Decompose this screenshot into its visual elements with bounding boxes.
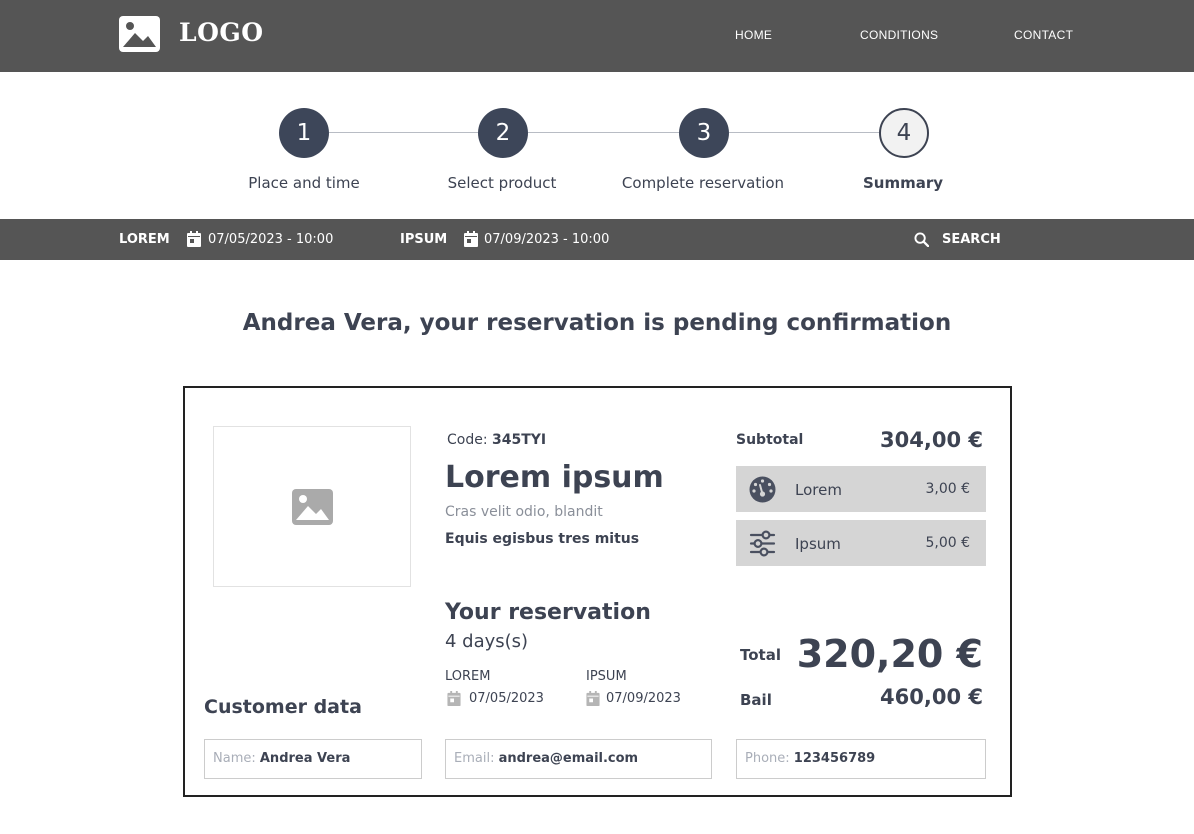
product-name: Lorem ipsum (445, 460, 664, 495)
phone-field-placeholder: Phone: (745, 751, 790, 766)
extra-price: 3,00 € (925, 481, 970, 497)
step-connector (729, 132, 879, 133)
subtotal-label: Subtotal (736, 432, 804, 448)
name-field[interactable]: Name: Andrea Vera (204, 739, 422, 779)
step-1-label: Place and time (248, 174, 360, 192)
search-button-label: SEARCH (942, 232, 1001, 247)
subtotal-value: 304,00 € (880, 428, 983, 452)
step-1-circle[interactable]: 1 (279, 108, 329, 158)
product-code: Code: 345TYI (447, 432, 546, 448)
return-date[interactable]: 07/09/2023 - 10:00 (484, 232, 609, 247)
reservation-title: Your reservation (445, 600, 651, 625)
bail-value: 460,00 € (880, 685, 983, 709)
step-2-circle[interactable]: 2 (478, 108, 528, 158)
nav-home[interactable]: HOME (735, 28, 772, 42)
phone-field[interactable]: Phone: 123456789 (736, 739, 986, 779)
customer-data-title: Customer data (204, 696, 362, 718)
email-field-value: andrea@email.com (498, 751, 639, 766)
product-description: Equis egisbus tres mitus (445, 531, 640, 547)
phone-field-value: 123456789 (793, 751, 876, 766)
calendar-icon[interactable] (187, 231, 201, 247)
page-title: Andrea Vera, your reservation is pending… (242, 310, 952, 336)
product-image-placeholder (213, 426, 411, 587)
reservation-summary-card: Code: 345TYI Lorem ipsum Cras velit odio… (183, 386, 1012, 797)
search-icon (914, 232, 929, 247)
product-code-label: Code: (447, 432, 488, 448)
extra-item-lorem: Lorem 3,00 € (736, 466, 986, 512)
search-bar: LOREM 07/05/2023 - 10:00 IPSUM 07/09/202… (0, 219, 1194, 260)
name-field-placeholder: Name: (213, 751, 256, 766)
calendar-icon[interactable] (464, 231, 478, 247)
bail-label: Bail (740, 691, 772, 709)
sliders-icon (749, 530, 776, 557)
step-connector (329, 132, 478, 133)
step-connector (528, 132, 679, 133)
pickup-label: LOREM (119, 232, 170, 247)
step-4-circle[interactable]: 4 (879, 108, 929, 158)
calendar-icon (586, 691, 600, 706)
top-header: LOGO HOME CONDITIONS CONTACT (0, 0, 1194, 72)
extra-price: 5,00 € (925, 535, 970, 551)
product-code-value: 345TYI (492, 432, 547, 448)
pickup-date[interactable]: 07/05/2023 - 10:00 (208, 232, 333, 247)
total-label: Total (740, 646, 781, 664)
total-value: 320,20 € (796, 632, 983, 676)
extra-label: Lorem (795, 481, 842, 499)
extra-label: Ipsum (795, 535, 841, 553)
name-field-value: Andrea Vera (259, 751, 351, 766)
reservation-end-date: 07/09/2023 (606, 691, 681, 706)
email-field-placeholder: Email: (454, 751, 495, 766)
extra-item-ipsum: Ipsum 5,00 € (736, 520, 986, 566)
reservation-duration: 4 days(s) (445, 631, 529, 652)
step-3-circle[interactable]: 3 (679, 108, 729, 158)
return-label: IPSUM (400, 232, 448, 247)
calendar-icon (447, 691, 461, 706)
reservation-start-label: LOREM (445, 669, 491, 684)
reservation-end-label: IPSUM (586, 669, 627, 684)
product-subtitle: Cras velit odio, blandit (445, 504, 603, 520)
logo-text[interactable]: LOGO (179, 18, 263, 47)
step-2-label: Select product (447, 174, 557, 192)
nav-contact[interactable]: CONTACT (1014, 28, 1073, 42)
step-3-label: Complete reservation (621, 174, 785, 192)
image-placeholder-icon (291, 488, 333, 525)
reservation-start-date: 07/05/2023 (469, 691, 544, 706)
gauge-icon (749, 476, 776, 503)
nav-conditions[interactable]: CONDITIONS (860, 28, 938, 42)
image-logo-icon[interactable] (119, 16, 160, 52)
email-field[interactable]: Email: andrea@email.com (445, 739, 712, 779)
search-button[interactable]: SEARCH (914, 219, 1004, 260)
step-4-label: Summary (862, 174, 944, 192)
